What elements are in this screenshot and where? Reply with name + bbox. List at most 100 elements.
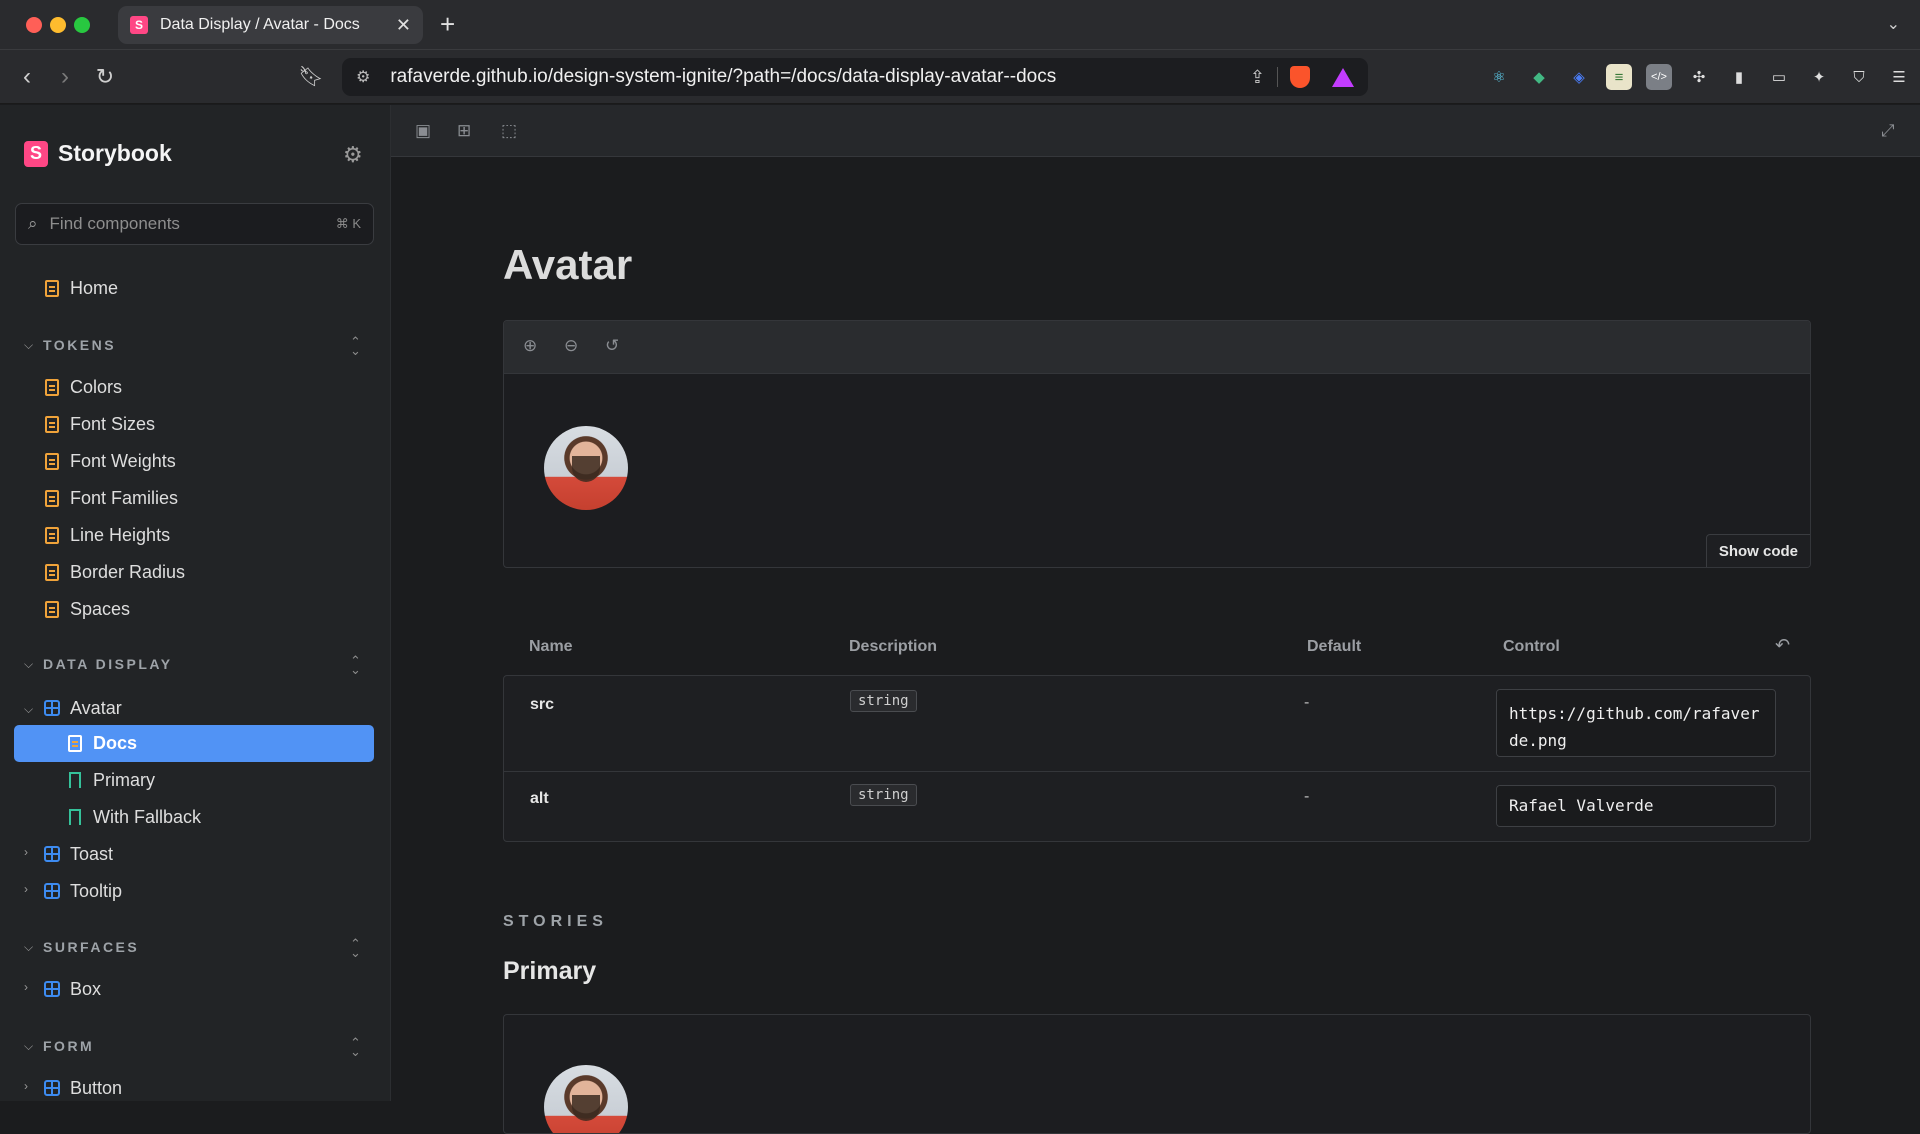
sidebar-item-box[interactable]: Box	[43, 971, 101, 1007]
forward-button[interactable]: ›	[50, 62, 80, 92]
document-icon	[45, 563, 59, 581]
storybook-logo-text: Storybook	[58, 140, 172, 166]
chevron-right-icon[interactable]: ›	[24, 882, 28, 896]
fullscreen-icon[interactable]: ⤢	[1881, 121, 1895, 141]
settings-gear-icon[interactable]: ⚙	[343, 142, 363, 168]
url-text[interactable]: rafaverde.github.io/design-system-ignite…	[390, 66, 1238, 88]
expand-collapse-icon[interactable]: ⌃ ⌄	[350, 335, 361, 357]
chevron-right-icon[interactable]: ›	[24, 845, 28, 859]
share-icon[interactable]: ⇪	[1250, 67, 1265, 88]
sidebar-item-label: Tooltip	[70, 880, 123, 901]
menu-icon[interactable]: ☰	[1886, 64, 1912, 90]
sidebar-item-button[interactable]: Button	[43, 1070, 122, 1101]
brave-shields-icon[interactable]	[1290, 66, 1310, 88]
zoom-out-icon[interactable]: ⊖	[564, 336, 578, 356]
document-icon	[45, 378, 59, 396]
brave-rewards-icon[interactable]	[1332, 67, 1354, 87]
site-settings-icon[interactable]: ⚙︎	[356, 67, 370, 87]
chevron-right-icon[interactable]: ›	[24, 980, 28, 994]
sidebar-item-label: Font Weights	[70, 450, 176, 471]
react-devtools-icon[interactable]: ⚛	[1486, 64, 1512, 90]
avatar-face	[572, 456, 600, 482]
section-form[interactable]: FORM	[43, 1038, 94, 1054]
sidebar-item-font-sizes[interactable]: Font Sizes	[43, 406, 155, 442]
maximize-window-button[interactable]	[74, 17, 90, 33]
chevron-right-icon[interactable]: ›	[24, 1079, 28, 1093]
search-icon: ⌕	[28, 214, 38, 233]
story-preview: ⊕ ⊖ ↺ Show code	[503, 320, 1811, 568]
expand-collapse-icon[interactable]: ⌃ ⌄	[350, 654, 361, 676]
browser-tab-active[interactable]: S Data Display / Avatar - Docs ✕	[118, 6, 423, 44]
sidebar-item-avatar-with-fallback[interactable]: With Fallback	[66, 799, 201, 835]
sidebar-toggle-icon[interactable]: ▮	[1726, 64, 1752, 90]
sidebar-item-colors[interactable]: Colors	[43, 369, 122, 405]
bookmark-icon[interactable]: 🔖︎	[296, 62, 326, 92]
wallet-icon[interactable]: ▭	[1766, 64, 1792, 90]
tag-extension-icon[interactable]: ◈	[1566, 64, 1592, 90]
component-icon	[44, 1080, 60, 1096]
address-bar[interactable]: ⚙︎ rafaverde.github.io/design-system-ign…	[342, 58, 1368, 96]
chevron-down-icon[interactable]: ⌵	[24, 940, 33, 955]
section-data-display[interactable]: DATA DISPLAY	[43, 656, 173, 672]
sidebar-item-font-families[interactable]: Font Families	[43, 480, 178, 516]
reload-button[interactable]: ↻	[90, 62, 120, 92]
zoom-in-icon[interactable]: ⊕	[523, 336, 537, 356]
leo-ai-icon[interactable]: ✦	[1806, 64, 1832, 90]
vue-devtools-icon[interactable]: ◆	[1526, 64, 1552, 90]
sidebar-item-home[interactable]: Home	[43, 270, 118, 306]
chevron-down-icon[interactable]: ⌵	[24, 657, 33, 672]
sidebar-item-label: Button	[70, 1077, 123, 1098]
document-icon	[45, 452, 59, 470]
show-code-button[interactable]: Show code	[1705, 534, 1810, 567]
sidebar-item-label: Spaces	[70, 598, 131, 619]
close-window-button[interactable]	[26, 17, 42, 33]
section-tokens[interactable]: TOKENS	[43, 337, 116, 353]
sidebar-item-font-weights[interactable]: Font Weights	[43, 443, 176, 479]
sidebar-item-toast[interactable]: Toast	[43, 836, 113, 872]
close-tab-icon[interactable]: ✕	[396, 15, 411, 36]
tab-list-chevron-icon[interactable]: ⌄	[1887, 14, 1900, 34]
bookmark-story-icon	[69, 772, 81, 788]
vpn-shield-icon[interactable]: ⛉	[1846, 64, 1872, 90]
sidebar-item-border-radius[interactable]: Border Radius	[43, 554, 185, 590]
src-control-input[interactable]	[1496, 689, 1776, 757]
image-background-icon[interactable]: ▣	[415, 121, 431, 141]
arg-type-badge: string	[850, 690, 917, 712]
preview-toolbar: ⊕ ⊖ ↺	[504, 321, 1810, 374]
zoom-reset-icon[interactable]: ↺	[605, 336, 619, 356]
new-tab-button[interactable]: +	[440, 10, 455, 38]
expand-collapse-icon[interactable]: ⌃ ⌄	[350, 937, 361, 959]
chevron-down-icon[interactable]: ⌵	[24, 338, 33, 353]
sidebar-item-avatar-primary[interactable]: Primary	[66, 762, 155, 798]
document-icon	[45, 489, 59, 507]
column-header-control: Control	[1503, 638, 1560, 655]
back-button[interactable]: ‹	[12, 62, 42, 92]
minimize-window-button[interactable]	[50, 17, 66, 33]
grid-icon[interactable]: ⊞	[457, 121, 471, 141]
sidebar-item-avatar-docs[interactable]: Docs	[66, 725, 137, 761]
document-icon	[68, 734, 82, 752]
column-header-name: Name	[529, 638, 573, 655]
search-input[interactable]	[47, 213, 336, 235]
sidebar-item-tooltip[interactable]: Tooltip	[43, 873, 122, 909]
arg-name: src	[530, 696, 555, 713]
storybook-logo[interactable]: S Storybook	[24, 140, 172, 167]
component-search[interactable]: ⌕ ⌘ K	[15, 203, 374, 245]
arg-type-badge: string	[850, 784, 917, 806]
tab-title: Data Display / Avatar - Docs	[160, 16, 360, 33]
extensions-puzzle-icon[interactable]: ✣	[1686, 64, 1712, 90]
sidebar-item-line-heights[interactable]: Line Heights	[43, 517, 170, 553]
outline-icon[interactable]: ⬚	[501, 121, 517, 141]
sidebar-item-spaces[interactable]: Spaces	[43, 591, 130, 627]
sidebar-item-avatar[interactable]: Avatar	[43, 690, 122, 726]
sheet-extension-icon[interactable]: ≡	[1606, 64, 1632, 90]
avatar-image	[544, 426, 628, 510]
expand-collapse-icon[interactable]: ⌃ ⌄	[350, 1036, 361, 1058]
alt-control-input[interactable]	[1496, 785, 1776, 827]
chevron-down-icon[interactable]: ⌵	[24, 1039, 33, 1054]
section-surfaces[interactable]: SURFACES	[43, 939, 139, 955]
chevron-down-icon[interactable]: ⌵	[24, 702, 33, 717]
reset-controls-icon[interactable]: ↶	[1775, 635, 1790, 656]
args-table: src string - alt string -	[503, 675, 1811, 842]
code-extension-icon[interactable]: </>	[1646, 64, 1672, 90]
